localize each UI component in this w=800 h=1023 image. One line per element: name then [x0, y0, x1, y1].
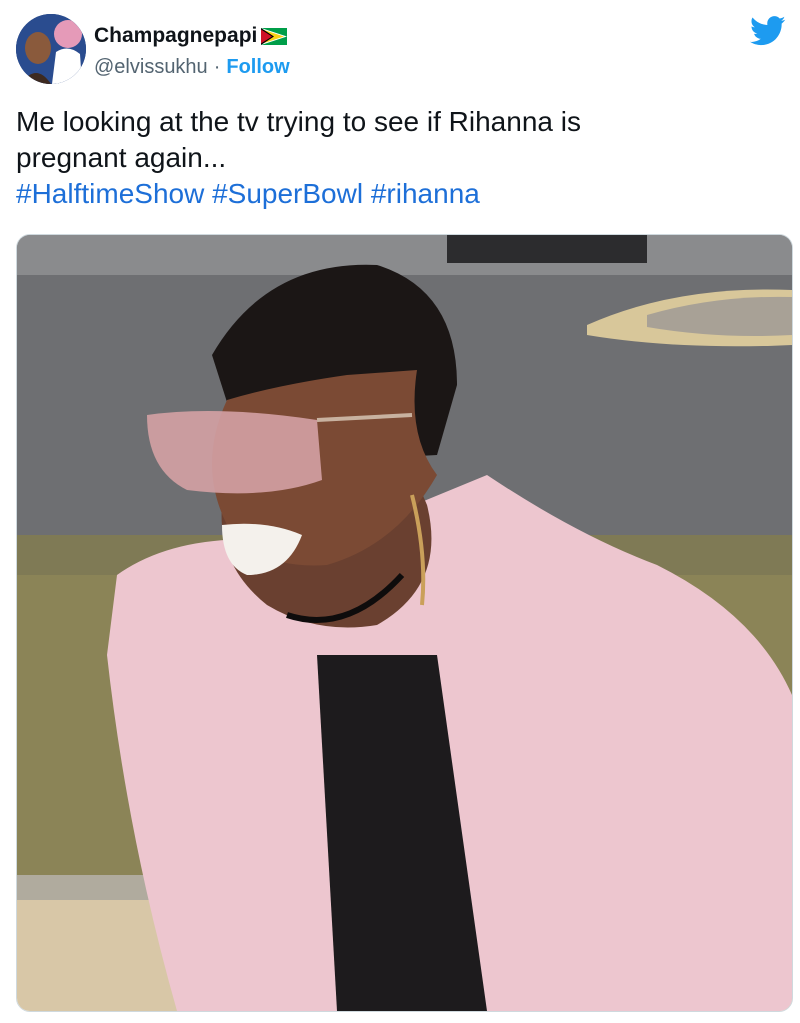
handle-row: @elvissukhu · Follow [94, 54, 290, 80]
hashtag-link[interactable]: #rihanna [371, 178, 480, 209]
guyana-flag-icon [261, 27, 288, 45]
separator-dot: · [213, 55, 221, 78]
hashtag-list: #HalftimeShow #SuperBowl #rihanna [16, 176, 786, 212]
tweet-text: Me looking at the tv trying to see if Ri… [16, 104, 786, 212]
hashtag-link[interactable]: #SuperBowl [212, 178, 363, 209]
hashtag-link[interactable]: #HalftimeShow [16, 178, 204, 209]
twitter-bird-icon[interactable] [750, 16, 786, 46]
tweet-header: Champagnepapi @elvissukhu · Follow [16, 14, 786, 88]
tweet-media-image[interactable] [16, 234, 793, 1012]
tweet-text-line: pregnant again... [16, 142, 227, 173]
author-display-name[interactable]: Champagnepapi [94, 24, 257, 48]
avatar[interactable] [16, 14, 86, 84]
follow-button[interactable]: Follow [226, 56, 289, 79]
author-name-row: Champagnepapi [94, 22, 288, 50]
author-handle[interactable]: @elvissukhu [94, 56, 208, 79]
tweet-text-line: Me looking at the tv trying to see if Ri… [16, 106, 581, 137]
